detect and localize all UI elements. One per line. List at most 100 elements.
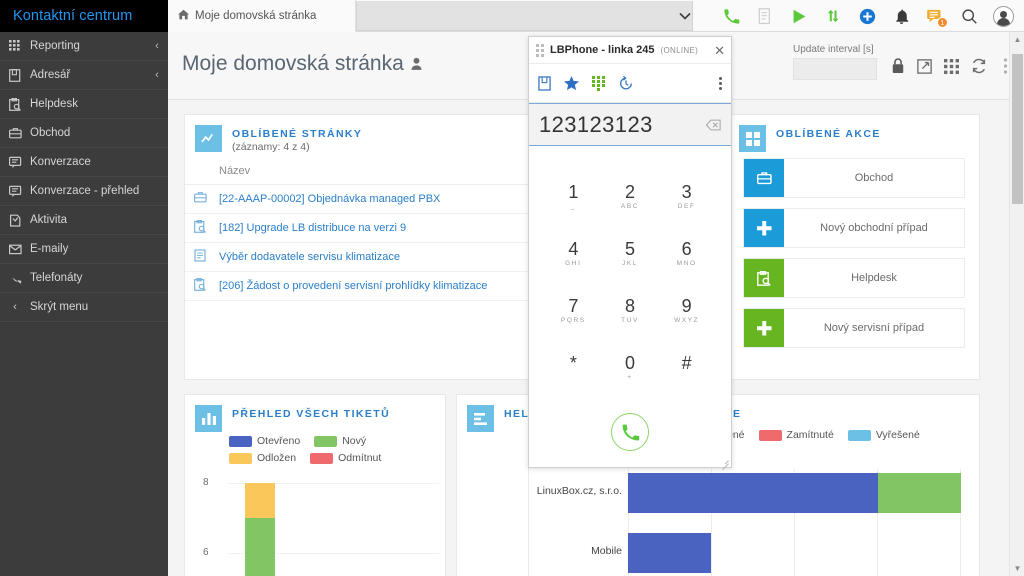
keypad-digit: 9 bbox=[682, 297, 692, 315]
dialer-keypad: 1_2ABC3DEF 4 GHI 5JKL 6 MNO 7PQRS8TUV9WXYZ *0+ # bbox=[529, 146, 731, 397]
bar-segment-otevrene: LinuxBox.cz, s.r.o. bbox=[628, 473, 878, 513]
phone-icon[interactable] bbox=[714, 0, 748, 32]
keypad-key-3[interactable]: 3DEF bbox=[658, 168, 715, 225]
chart-legend: enéZamítnutéVyřešené bbox=[699, 429, 979, 441]
dialpad-icon[interactable] bbox=[592, 76, 605, 91]
close-icon[interactable]: ✕ bbox=[714, 44, 725, 57]
document-icon[interactable] bbox=[748, 0, 782, 32]
keypad-key-1[interactable]: 1_ bbox=[545, 168, 602, 225]
briefcase-icon bbox=[185, 185, 219, 214]
bar-segment-otevrene-mobile: Mobile bbox=[628, 533, 711, 573]
keypad-digit: 6 bbox=[682, 240, 692, 258]
sidebar-item-reporting[interactable]: Reporting‹ bbox=[0, 32, 168, 61]
star-icon[interactable] bbox=[564, 76, 579, 91]
backspace-icon[interactable] bbox=[706, 119, 721, 131]
sidebar-item-e-maily[interactable]: E-maily bbox=[0, 235, 168, 264]
legend-swatch bbox=[310, 453, 333, 464]
clipboard-icon bbox=[744, 259, 784, 297]
keypad-key-7[interactable]: 7PQRS bbox=[545, 283, 602, 340]
keypad-key-star[interactable]: * bbox=[545, 340, 602, 397]
bell-icon[interactable] bbox=[884, 0, 918, 32]
tab-home[interactable]: Moje domovská stránka bbox=[168, 0, 356, 32]
search-icon[interactable] bbox=[952, 0, 986, 32]
scroll-down-arrow[interactable]: ▼ bbox=[1010, 561, 1024, 576]
kebab-icon[interactable] bbox=[719, 77, 722, 90]
refresh-icon[interactable] bbox=[966, 53, 991, 79]
expand-icon[interactable] bbox=[912, 53, 937, 79]
action-button-nov-servisn-p-pad[interactable]: Nový servisní případ bbox=[743, 308, 965, 348]
action-button-label: Nový servisní případ bbox=[784, 309, 964, 347]
legend-item[interactable]: Zamítnuté bbox=[759, 429, 834, 441]
legend-item[interactable]: Odmítnut bbox=[310, 452, 381, 464]
clipboard-icon bbox=[0, 98, 30, 111]
sidebar-item-label: Helpdesk bbox=[30, 98, 146, 110]
chevron-left-icon: ‹ bbox=[146, 40, 168, 52]
clipboard-icon bbox=[185, 272, 219, 301]
keypad-key-5[interactable]: 5JKL bbox=[602, 225, 659, 282]
tickets-bar-chart: 8 6 bbox=[199, 471, 439, 576]
keypad-letters: MNO bbox=[677, 260, 697, 268]
dialer-toolbar bbox=[529, 64, 731, 103]
sidebar-item-konverzace[interactable]: Konverzace bbox=[0, 148, 168, 177]
keypad-letters: GHI bbox=[565, 260, 581, 268]
card-title: PŘEHLED VŠECH TIKETŮ bbox=[232, 405, 390, 420]
keypad-key-0[interactable]: 0+ bbox=[602, 340, 659, 397]
scrollbar-thumb[interactable] bbox=[1012, 54, 1023, 204]
comment-icon bbox=[0, 185, 30, 198]
keypad-key-2[interactable]: 2ABC bbox=[602, 168, 659, 225]
sidebar-item-helpdesk[interactable]: Helpdesk bbox=[0, 90, 168, 119]
sidebar-item-adres[interactable]: Adresář‹ bbox=[0, 61, 168, 90]
grid-icon[interactable] bbox=[939, 53, 964, 79]
sidebar-collapse-button[interactable]: ‹Skrýt menu bbox=[0, 293, 168, 322]
call-button[interactable] bbox=[611, 413, 649, 451]
sidebar-item-label: Adresář bbox=[30, 69, 146, 81]
legend-item[interactable]: Nový bbox=[314, 435, 366, 447]
legend-item[interactable]: Odložen bbox=[229, 452, 296, 464]
chevron-down-icon[interactable] bbox=[673, 0, 697, 32]
legend-swatch bbox=[759, 430, 782, 441]
keypad-key-6[interactable]: 6 MNO bbox=[658, 225, 715, 282]
resize-handle-icon[interactable] bbox=[720, 456, 729, 465]
update-interval-input[interactable] bbox=[793, 58, 877, 80]
lock-icon[interactable] bbox=[885, 53, 910, 79]
legend-item[interactable]: Otevřeno bbox=[229, 435, 300, 447]
plus-circle-icon[interactable] bbox=[850, 0, 884, 32]
book-icon bbox=[0, 69, 30, 82]
history-icon[interactable] bbox=[618, 76, 634, 91]
action-button-obchod[interactable]: Obchod bbox=[743, 158, 965, 198]
dialog-title-bar[interactable]: LBPhone - linka 245 (ONLINE) ✕ bbox=[529, 37, 731, 64]
scroll-up-arrow[interactable]: ▲ bbox=[1010, 32, 1024, 47]
keypad-key-8[interactable]: 8TUV bbox=[602, 283, 659, 340]
action-button-nov-obchodn-p-pad[interactable]: Nový obchodní případ bbox=[743, 208, 965, 248]
sidebar-item-aktivita[interactable]: Aktivita bbox=[0, 206, 168, 235]
dialog-status: (ONLINE) bbox=[661, 46, 699, 55]
keypad-letters: ABC bbox=[621, 203, 639, 211]
dialer-number-field[interactable]: 123123123 bbox=[529, 103, 731, 146]
avatar[interactable] bbox=[986, 0, 1020, 32]
favourite-actions-list: Obchod Nový obchodní případ Helpdesk Nový s… bbox=[729, 158, 979, 348]
legend-item[interactable]: Vyřešené bbox=[848, 429, 920, 441]
chat-badge: 1 bbox=[937, 17, 948, 28]
tab-strip[interactable] bbox=[356, 1, 693, 31]
keypad-digit: # bbox=[682, 354, 692, 372]
sidebar-item-telefon-ty[interactable]: Telefonáty bbox=[0, 264, 168, 293]
keypad-digit: 4 bbox=[568, 240, 578, 258]
envelope-icon bbox=[0, 243, 30, 256]
keypad-key-hash[interactable]: # bbox=[658, 340, 715, 397]
action-button-helpdesk[interactable]: Helpdesk bbox=[743, 258, 965, 298]
keypad-letters: TUV bbox=[621, 317, 639, 325]
chat-icon[interactable]: 1 bbox=[918, 0, 952, 32]
keypad-letters: JKL bbox=[622, 260, 638, 268]
keypad-key-9[interactable]: 9WXYZ bbox=[658, 283, 715, 340]
plus-icon bbox=[744, 309, 784, 347]
keypad-key-4[interactable]: 4 GHI bbox=[545, 225, 602, 282]
category-label: Mobile bbox=[591, 545, 628, 557]
home-icon bbox=[178, 9, 189, 23]
sidebar-item-konverzace-p-ehled[interactable]: Konverzace - přehled bbox=[0, 177, 168, 206]
play-icon[interactable] bbox=[782, 0, 816, 32]
drag-grip-icon[interactable] bbox=[536, 44, 544, 57]
book-icon[interactable] bbox=[538, 76, 551, 91]
sidebar-item-obchod[interactable]: Obchod bbox=[0, 119, 168, 148]
page-scrollbar[interactable]: ▲ ▼ bbox=[1009, 32, 1024, 576]
transfer-icon[interactable] bbox=[816, 0, 850, 32]
